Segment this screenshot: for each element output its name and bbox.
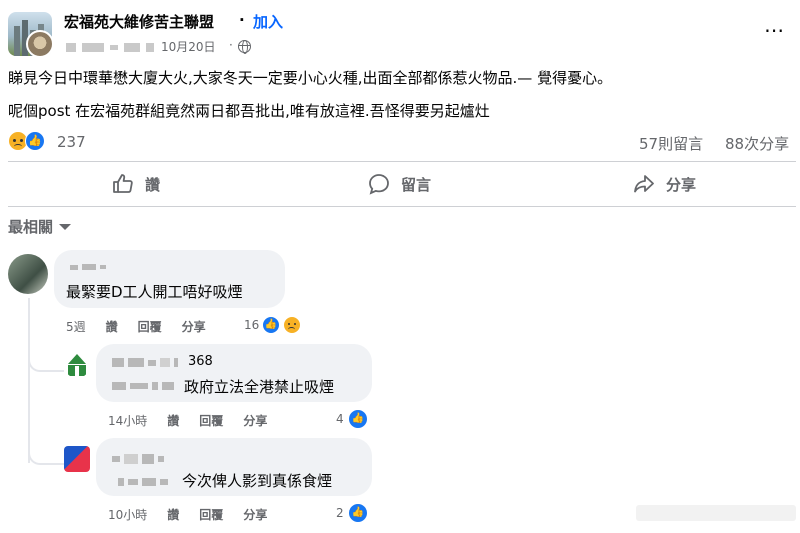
comment-button-label: 留言 [401,175,432,194]
comment-text: 最緊要D工人開工唔好吸煙 [66,283,243,301]
commenter-avatar[interactable] [8,254,48,294]
reply-text-redacted [118,478,168,486]
reply-actions: 10小時 讚 回覆 分享 [108,506,267,523]
reply-reaction-count[interactable]: 2 [336,506,344,520]
comment-sort-dropdown[interactable]: 最相關 [8,216,72,237]
like-button[interactable]: 讚 [111,170,160,198]
replier-name-redacted[interactable] [112,454,164,464]
share-button-label: 分享 [666,175,697,194]
reply-avatar-graphic [66,354,88,376]
comment-count[interactable]: 57則留言 [639,133,703,154]
reply-like-button[interactable]: 讚 [167,412,179,429]
post-date[interactable]: 10月20日 [161,38,216,55]
like-icon [113,174,133,193]
thread-connector [28,445,64,465]
watermark-redacted [636,505,796,521]
group-name[interactable]: 宏福苑大維修苦主聯盟 [64,11,214,32]
like-reaction-icon: 👍 [348,409,368,429]
reply-text: 政府立法全港禁止吸煙 [184,378,335,396]
divider [8,206,796,207]
commenter-name-redacted[interactable] [70,264,106,270]
reply-text: 今次俾人影到真係食煙 [182,472,333,490]
post-text-line-1: 睇見今日中環華懋大廈大火,大家冬天一定要小心火種,出面全部都係惹火物品.— 覺得… [8,69,613,87]
comment-like-button[interactable]: 讚 [106,318,118,335]
reply-avatar[interactable] [64,446,90,472]
comment-icon [369,174,389,195]
author-name-redacted[interactable] [66,42,154,52]
reply-reply-button[interactable]: 回覆 [199,412,223,429]
comment-reaction-count[interactable]: 16 [244,318,259,332]
share-icon [634,175,654,193]
sort-label: 最相關 [8,218,54,236]
share-count[interactable]: 88次分享 [725,133,789,154]
reply-text-redacted [112,382,174,390]
reaction-count[interactable]: 237 [57,133,86,151]
reply-share-button[interactable]: 分享 [243,506,267,523]
join-separator: · [239,11,245,29]
thread-line [28,298,30,463]
reply-reply-button[interactable]: 回覆 [199,506,223,523]
thread-connector [28,352,64,372]
reply-reaction-count[interactable]: 4 [336,412,344,426]
like-reaction-icon: 👍 [262,316,280,334]
reply-avatar[interactable] [64,352,90,378]
divider [8,161,796,162]
replier-name-suffix[interactable]: 368 [188,354,213,369]
like-button-label: 讚 [145,175,161,194]
post-text-line-2: 呢個post 在宏福苑群組竟然兩日都吾批出,唯有放這裡.吾怪得要另起爐灶 [8,102,490,120]
more-icon[interactable]: ⋯ [764,20,785,40]
comment-reply-button[interactable]: 回覆 [138,318,162,335]
sad-reaction-icon [283,316,301,334]
like-reaction-icon[interactable]: 👍 [25,131,45,151]
caret-down-icon [59,223,72,230]
globe-icon [238,40,251,54]
reply-time[interactable]: 10小時 [108,506,147,523]
reply-bubble: 368 政府立法全港禁止吸煙 [96,344,372,402]
reply-time[interactable]: 14小時 [108,412,147,429]
reply-like-button[interactable]: 讚 [167,506,179,523]
replier-name-redacted[interactable] [112,358,178,367]
comment-button[interactable]: 留言 [367,170,431,198]
comment-bubble: 最緊要D工人開工唔好吸煙 [54,250,285,308]
author-avatar[interactable] [26,30,54,58]
meta-separator: · [229,38,233,52]
reply-bubble: 今次俾人影到真係食煙 [96,438,372,496]
join-group-link[interactable]: 加入 [253,11,283,32]
comment-share-button[interactable]: 分享 [182,318,206,335]
like-reaction-icon: 👍 [348,503,368,523]
share-button[interactable]: 分享 [632,170,696,198]
reply-actions: 14小時 讚 回覆 分享 [108,412,267,429]
comment-actions: 5週 讚 回覆 分享 [66,318,206,335]
reply-share-button[interactable]: 分享 [243,412,267,429]
comment-time[interactable]: 5週 [66,318,86,335]
